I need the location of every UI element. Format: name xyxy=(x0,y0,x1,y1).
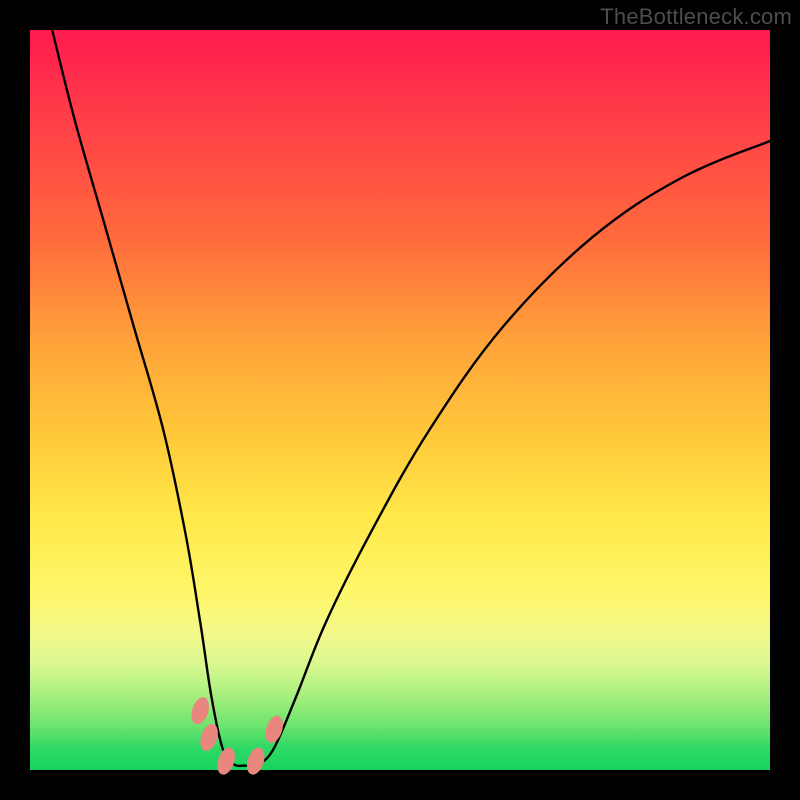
watermark-text: TheBottleneck.com xyxy=(600,4,792,30)
bottleneck-curve xyxy=(52,30,770,766)
marker-valley-left xyxy=(214,745,238,777)
chart-frame: TheBottleneck.com xyxy=(0,0,800,800)
plot-area xyxy=(30,30,770,770)
marker-left-knee-upper xyxy=(188,695,212,727)
curve-layer xyxy=(30,30,770,770)
